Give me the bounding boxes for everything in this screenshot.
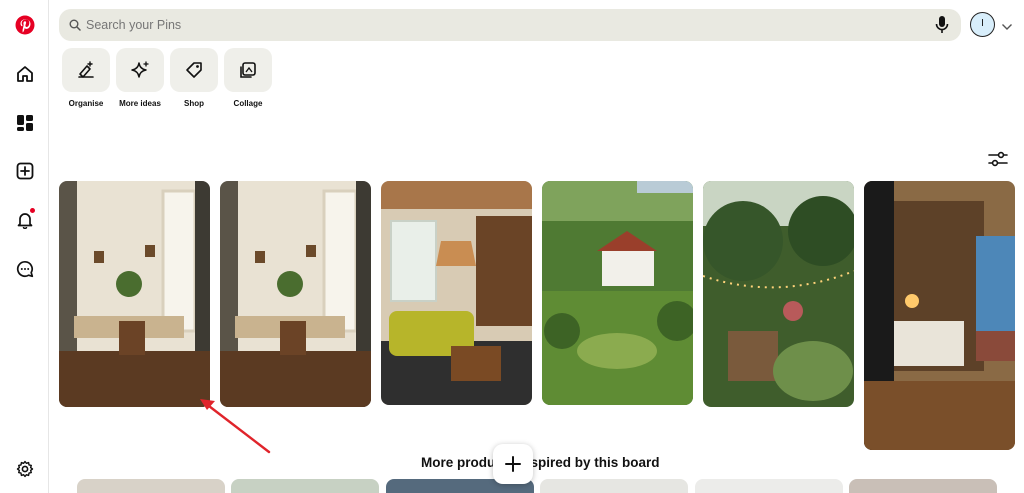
organise-icon <box>78 61 94 78</box>
plus-icon <box>505 456 521 472</box>
shop-button[interactable]: Shop <box>170 48 218 108</box>
avatar[interactable]: I <box>970 12 995 37</box>
yellow-sofa-living-room-pin[interactable] <box>381 181 532 405</box>
product-thumb[interactable] <box>231 479 379 493</box>
collage-label: Collage <box>233 99 263 108</box>
add-pin-button[interactable] <box>493 444 533 484</box>
cottage-garden-pin[interactable] <box>542 181 693 405</box>
search-bar[interactable]: Search your Pins <box>59 9 961 41</box>
bedroom-bookshelf-image <box>864 181 1015 450</box>
left-sidebar <box>0 0 49 493</box>
messages-icon[interactable] <box>12 256 37 281</box>
product-thumb[interactable] <box>695 479 843 493</box>
section-heading: More products inspired by this board <box>421 455 660 470</box>
chevron-down-icon[interactable] <box>1001 18 1013 36</box>
tag-icon <box>186 62 202 78</box>
more-ideas-button[interactable]: More ideas <box>116 48 164 108</box>
shop-label: Shop <box>184 99 204 108</box>
cottage-garden-image <box>542 181 693 405</box>
organise-label: Organise <box>68 99 104 108</box>
collage-button[interactable]: Collage <box>224 48 272 108</box>
organise-button[interactable]: Organise <box>62 48 110 108</box>
collage-icon <box>240 62 256 78</box>
string-lights-garden-pin[interactable] <box>703 181 854 407</box>
create-icon[interactable] <box>12 158 37 183</box>
notification-dot <box>30 208 35 213</box>
microphone-icon[interactable] <box>935 15 949 40</box>
cozy-nook-image <box>59 181 210 407</box>
settings-icon[interactable] <box>12 456 37 481</box>
yellow-sofa-image <box>381 181 532 405</box>
cozy-nook-window-pin-copy[interactable] <box>220 181 371 407</box>
product-thumb[interactable] <box>540 479 688 493</box>
cozy-nook-image-copy <box>220 181 371 407</box>
sparkle-icon <box>131 61 149 78</box>
filter-icon[interactable] <box>988 151 1008 172</box>
product-thumb[interactable] <box>77 479 225 493</box>
home-icon[interactable] <box>12 61 37 86</box>
notifications-icon[interactable] <box>12 207 37 232</box>
string-lights-garden-image <box>703 181 854 407</box>
bedroom-bookshelf-pin[interactable] <box>864 181 1015 450</box>
search-input[interactable]: Search your Pins <box>86 18 181 32</box>
pinterest-logo-icon[interactable] <box>12 12 37 37</box>
boards-icon[interactable] <box>12 110 37 135</box>
search-icon <box>69 18 81 36</box>
product-thumb[interactable] <box>849 479 997 493</box>
cozy-nook-window-pin[interactable] <box>59 181 210 407</box>
more-ideas-label: More ideas <box>119 99 161 108</box>
annotation-arrow-icon <box>200 399 271 454</box>
